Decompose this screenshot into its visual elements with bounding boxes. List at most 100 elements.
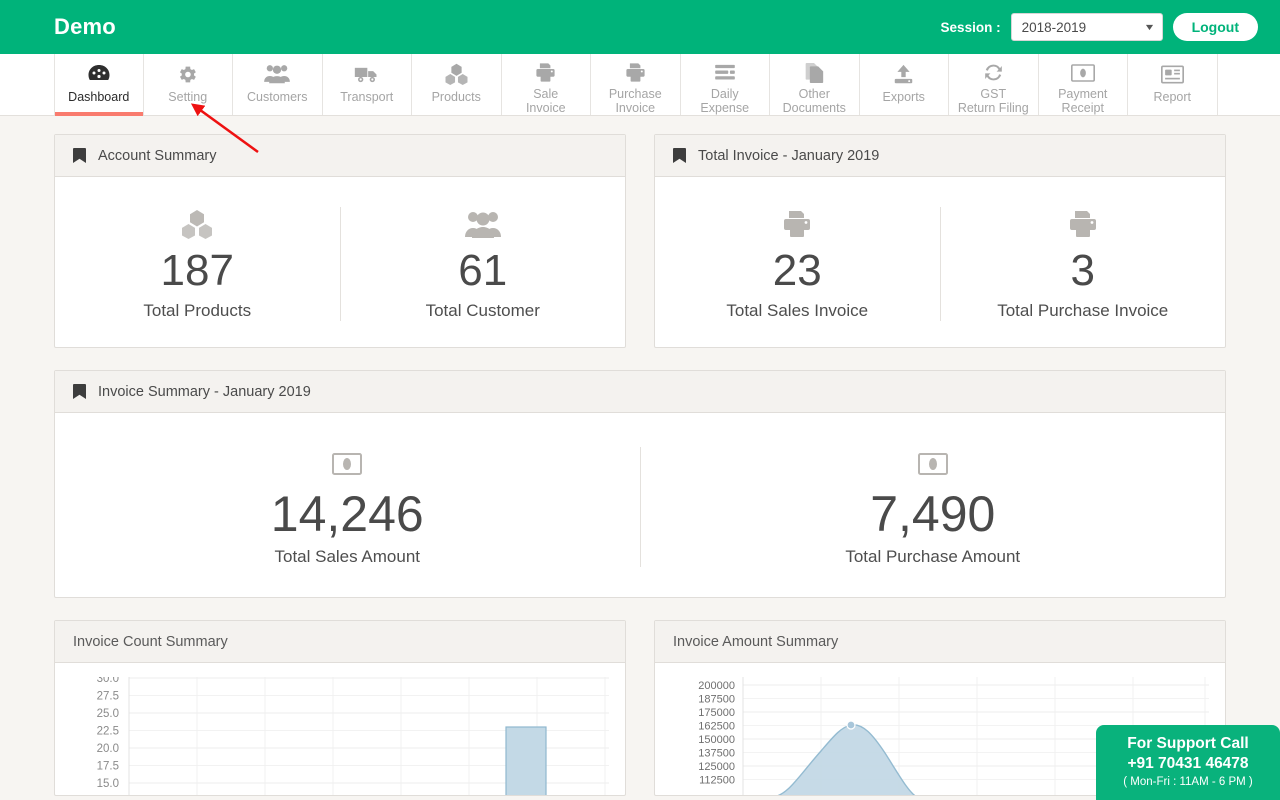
stat-total-products: 187 Total Products [55,207,340,321]
nav-item-label: GST Return Filing [957,87,1029,115]
stat-total-purchase-invoice: 3 Total Purchase Invoice [939,207,1226,321]
support-phone-number: +91 70431 46478 [1127,755,1249,772]
nav-item-label: Exports [882,90,925,104]
ytick-label: 25.0 [97,708,119,720]
nav-item-other-documents[interactable]: Other Documents [770,54,860,115]
invoice-summary-body: 14,246 Total Sales Amount 7,490 Total Pu… [55,413,1225,597]
dashboard-content: Account Summary 187 Total Products 61 To… [0,116,1280,796]
nav-item-customers[interactable]: Customers [233,54,323,115]
account-summary-panel: Account Summary 187 Total Products 61 To… [54,134,626,348]
total-customer-value: 61 [458,246,508,295]
nav-item-products[interactable]: Products [412,54,502,115]
stat-total-customer: 61 Total Customer [339,207,626,321]
top-header-bar: Demo Session : 2018-2019 ▼ Logout [0,0,1280,54]
invoice-count-summary-title: Invoice Count Summary [73,633,228,650]
total-invoice-body: 23 Total Sales Invoice 3 Total Purchase … [655,177,1225,347]
account-summary-title: Account Summary [98,147,217,164]
app-brand-title: Demo [54,14,116,39]
ytick-label: 137500 [698,748,735,760]
ytick-label: 162500 [698,721,735,733]
total-customer-label: Total Customer [425,301,540,320]
total-sales-amount-value: 14,246 [270,486,424,542]
total-sales-invoice-label: Total Sales Invoice [726,301,869,320]
total-purchase-amount-value: 7,490 [870,486,996,542]
stat-total-sales-amount: 14,246 Total Sales Amount [55,447,640,567]
nav-item-gst-return-filing[interactable]: GST Return Filing [949,54,1039,115]
session-label: Session : [940,19,1001,35]
invoice-count-summary-header: Invoice Count Summary [55,621,625,663]
bookmark-icon [673,147,686,164]
ytick-label: 187500 [698,694,735,706]
refresh-icon [983,61,1004,84]
nav-item-payment-receipt[interactable]: Payment Receipt [1038,54,1128,115]
nav-item-label: Dashboard [68,90,130,104]
total-sales-invoice-value: 23 [772,246,822,295]
money-note-icon [332,447,363,481]
total-invoice-header: Total Invoice - January 2019 [655,135,1225,177]
nav-item-label: Daily Expense [700,87,750,115]
boxes-icon [444,61,469,87]
ytick-label: 112500 [699,775,735,787]
nav-item-label: Customers [247,90,308,104]
logout-button[interactable]: Logout [1172,13,1258,41]
bar-january [505,726,547,795]
list-icon [714,61,736,84]
nav-item-purchase-invoice[interactable]: Purchase Invoice [591,54,681,115]
nav-item-daily-expense[interactable]: Daily Expense [680,54,770,115]
account-summary-body: 187 Total Products 61 Total Customer [55,177,625,347]
support-title: For Support Call [1127,735,1249,752]
stat-total-purchase-amount: 7,490 Total Purchase Amount [639,447,1226,567]
nav-item-report[interactable]: Report [1128,54,1218,115]
nav-item-label: Products [431,90,481,104]
ytick-label: 30.0 [97,677,119,685]
total-purchase-invoice-label: Total Purchase Invoice [997,301,1169,320]
charts-row: Invoice Count Summary 30.0 27.5 25.0 22.… [54,620,1226,796]
nav-item-label: Report [1153,90,1192,104]
ytick-label: 27.5 [97,691,119,703]
bar-chart-yticks: 30.0 27.5 25.0 22.5 20.0 17.5 15.0 [97,677,119,790]
nav-item-exports[interactable]: Exports [859,54,949,115]
chevron-down-icon: ▼ [1143,22,1156,32]
total-purchase-invoice-value: 3 [1070,246,1095,295]
total-invoice-panel: Total Invoice - January 2019 23 Total Sa… [654,134,1226,348]
documents-icon [804,61,824,84]
nav-item-label: Setting [168,90,208,104]
bookmark-icon [73,147,86,164]
header-right-controls: Session : 2018-2019 ▼ Logout [941,13,1258,41]
newspaper-icon [1160,61,1184,87]
total-sales-amount-label: Total Sales Amount [274,547,421,566]
bookmark-icon [73,383,86,400]
account-summary-header: Account Summary [55,135,625,177]
support-hours: ( Mon-Fri : 11AM - 6 PM ) [1123,776,1253,788]
printer-icon [625,61,646,84]
printer-icon [535,61,556,84]
users-icon [464,207,501,241]
nav-item-transport[interactable]: Transport [322,54,412,115]
nav-item-label: Purchase Invoice [608,87,662,115]
nav-item-sale-invoice[interactable]: Sale Invoice [501,54,591,115]
users-icon [264,61,291,87]
ytick-label: 150000 [698,734,735,746]
nav-item-dashboard[interactable]: Dashboard [54,54,144,116]
boxes-icon [180,207,214,241]
ytick-label: 200000 [698,680,735,692]
money-note-icon [1070,61,1095,84]
truck-icon [354,61,379,87]
area-curve [777,724,916,795]
nav-item-setting[interactable]: Setting [143,54,233,115]
ytick-label: 22.5 [97,726,119,738]
session-year-value: 2018-2019 [1021,19,1087,35]
total-purchase-amount-label: Total Purchase Amount [845,547,1021,566]
support-call-badge[interactable]: For Support Call +91 70431 46478 ( Mon-F… [1096,725,1280,800]
gear-icon [177,61,198,87]
area-peak-marker [846,720,856,730]
session-year-select[interactable]: 2018-2019 ▼ [1010,13,1163,41]
money-note-icon [917,447,948,481]
area-chart-yticks: 200000 187500 175000 162500 150000 13750… [698,680,735,787]
total-products-label: Total Products [143,301,252,320]
nav-item-label: Transport [340,90,394,104]
invoice-count-chart[interactable]: 30.0 27.5 25.0 22.5 20.0 17.5 15.0 [55,663,625,795]
nav-item-label: Other Documents [782,87,846,115]
total-invoice-title: Total Invoice - January 2019 [698,147,880,164]
summary-row-2: Invoice Summary - January 2019 14,246 To… [54,370,1226,598]
